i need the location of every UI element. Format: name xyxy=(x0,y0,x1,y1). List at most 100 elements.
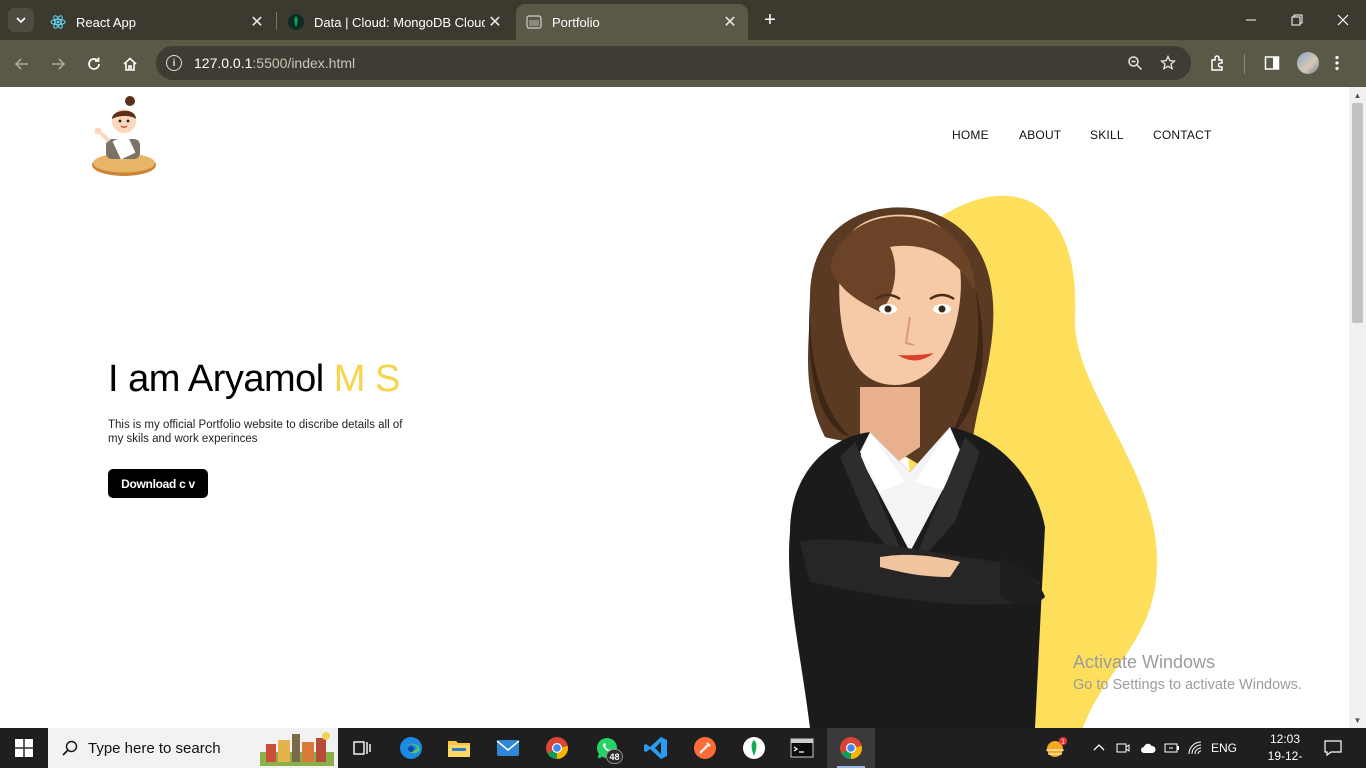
kebab-menu-icon xyxy=(1335,55,1339,71)
new-tab-button[interactable]: + xyxy=(758,8,782,32)
chrome-active-icon xyxy=(840,737,862,759)
restore-icon xyxy=(1291,14,1303,26)
side-panel-button[interactable] xyxy=(1261,52,1283,74)
url-host: 127.0.0.1 xyxy=(194,55,253,71)
nav-home-link[interactable]: HOME xyxy=(952,128,989,142)
clock-time: 12:03 xyxy=(1269,732,1301,746)
page-icon xyxy=(526,14,542,30)
back-button[interactable] xyxy=(10,52,34,76)
weather-sun-icon: 1 xyxy=(1046,737,1067,757)
portfolio-page: HOME ABOUT SKILL CONTACT I am Aryamol M … xyxy=(0,87,1349,728)
taskbar-whatsapp[interactable]: 48 xyxy=(583,728,631,768)
notification-center-button[interactable] xyxy=(1318,728,1348,768)
url-text[interactable]: 127.0.0.1:5500/index.html xyxy=(194,55,355,71)
browser-tab-bar: React App ✕ Data | Cloud: MongoDB Cloud … xyxy=(0,0,1366,40)
react-icon xyxy=(50,14,66,30)
browser-menu-button[interactable] xyxy=(1326,52,1348,74)
mail-icon xyxy=(496,740,520,756)
taskbar-search-box[interactable]: Type here to search xyxy=(48,728,338,768)
network-tray[interactable] xyxy=(1186,728,1206,768)
page-scrollbar[interactable]: ▲ ▼ xyxy=(1349,87,1366,728)
file-explorer-icon xyxy=(448,741,470,757)
tab-search-button[interactable] xyxy=(8,8,34,32)
tab-mongodb[interactable]: Data | Cloud: MongoDB Cloud ✕ xyxy=(278,4,513,40)
meet-now-tray[interactable] xyxy=(1114,728,1132,768)
forward-button[interactable] xyxy=(46,52,70,76)
extensions-button[interactable] xyxy=(1207,52,1229,74)
hero-title-name: I am Aryamol xyxy=(108,358,324,400)
toolbar-separator xyxy=(1244,54,1245,74)
scroll-down-icon[interactable]: ▼ xyxy=(1353,716,1362,725)
start-button[interactable] xyxy=(0,728,48,768)
nav-about-link[interactable]: ABOUT xyxy=(1019,128,1061,142)
onedrive-tray[interactable] xyxy=(1138,728,1158,768)
site-info-icon[interactable]: i xyxy=(166,55,182,71)
weather-widget[interactable]: 1 xyxy=(1038,728,1072,768)
taskbar-vscode[interactable] xyxy=(632,728,680,768)
url-path: :5500/index.html xyxy=(252,55,356,71)
taskbar-file-explorer[interactable] xyxy=(435,728,483,768)
language-indicator[interactable]: ENG xyxy=(1208,728,1240,768)
nav-skill-link[interactable]: SKILL xyxy=(1090,128,1124,142)
download-cv-button[interactable]: Download c v xyxy=(108,469,208,498)
search-placeholder: Type here to search xyxy=(88,739,221,757)
tab-close-icon[interactable]: ✕ xyxy=(247,12,267,32)
scrollbar-thumb[interactable] xyxy=(1352,103,1363,323)
puzzle-icon xyxy=(1211,55,1223,71)
chevron-down-icon xyxy=(16,17,26,24)
activate-windows-subtitle: Go to Settings to activate Windows. xyxy=(1073,677,1302,693)
hero-illustration xyxy=(789,195,1158,728)
reload-icon xyxy=(88,57,100,70)
profile-avatar[interactable] xyxy=(1297,52,1319,74)
site-logo[interactable] xyxy=(88,93,160,179)
chrome-icon xyxy=(546,737,568,759)
nav-contact-link[interactable]: CONTACT xyxy=(1153,128,1212,142)
search-highlight-illustration xyxy=(260,732,334,766)
mongodb-compass-icon xyxy=(743,737,765,759)
windows-taskbar: Type here to search 48 1 ENG 12:03 19-12… xyxy=(0,728,1366,780)
reload-button[interactable] xyxy=(82,52,106,76)
minimize-button[interactable] xyxy=(1228,0,1274,40)
minimize-icon xyxy=(1246,19,1256,21)
tab-separator xyxy=(276,12,277,30)
clock-date: 19-12-2023 xyxy=(1267,749,1303,780)
restore-button[interactable] xyxy=(1274,0,1320,40)
show-hidden-icons-button[interactable] xyxy=(1090,728,1108,768)
arrow-right-icon xyxy=(52,58,66,70)
browser-toolbar: i 127.0.0.1:5500/index.html xyxy=(0,40,1366,87)
camera-icon xyxy=(1116,743,1130,753)
bookmark-star-icon[interactable] xyxy=(1159,54,1177,72)
taskbar-postman[interactable] xyxy=(681,728,729,768)
address-bar[interactable]: i 127.0.0.1:5500/index.html xyxy=(156,46,1191,80)
tab-title: React App xyxy=(76,14,136,30)
tab-react-app[interactable]: React App ✕ xyxy=(40,4,275,40)
taskbar-mail[interactable] xyxy=(484,728,532,768)
taskbar-chrome-active[interactable] xyxy=(827,728,875,768)
hero-title: I am Aryamol M S xyxy=(108,358,400,401)
taskbar-terminal[interactable] xyxy=(778,728,826,768)
hero-description: This is my official Portfolio website to… xyxy=(108,419,403,445)
home-button[interactable] xyxy=(118,52,142,76)
tab-close-icon[interactable]: ✕ xyxy=(485,12,505,32)
tab-close-icon[interactable]: ✕ xyxy=(720,12,740,32)
activate-windows-title: Activate Windows xyxy=(1073,652,1216,672)
windows-logo-icon xyxy=(15,739,33,757)
close-window-button[interactable] xyxy=(1320,0,1366,40)
system-clock[interactable]: 12:03 19-12-2023 xyxy=(1260,731,1310,782)
close-icon xyxy=(1337,14,1349,26)
taskbar-chrome[interactable] xyxy=(533,728,581,768)
taskbar-edge[interactable] xyxy=(387,728,435,768)
task-view-button[interactable] xyxy=(338,728,386,768)
battery-tray[interactable] xyxy=(1162,728,1182,768)
postman-icon xyxy=(694,737,716,759)
tab-title: Portfolio xyxy=(552,14,600,30)
task-view-icon xyxy=(353,741,371,755)
tab-portfolio[interactable]: Portfolio ✕ xyxy=(516,4,748,40)
home-icon xyxy=(123,57,137,71)
scroll-up-icon[interactable]: ▲ xyxy=(1353,91,1362,100)
zoom-icon[interactable] xyxy=(1126,54,1144,72)
taskbar-mongodb-compass[interactable] xyxy=(730,728,778,768)
chevron-up-icon xyxy=(1093,744,1105,751)
battery-plug-icon xyxy=(1164,743,1179,753)
tab-title: Data | Cloud: MongoDB Cloud xyxy=(314,14,485,30)
